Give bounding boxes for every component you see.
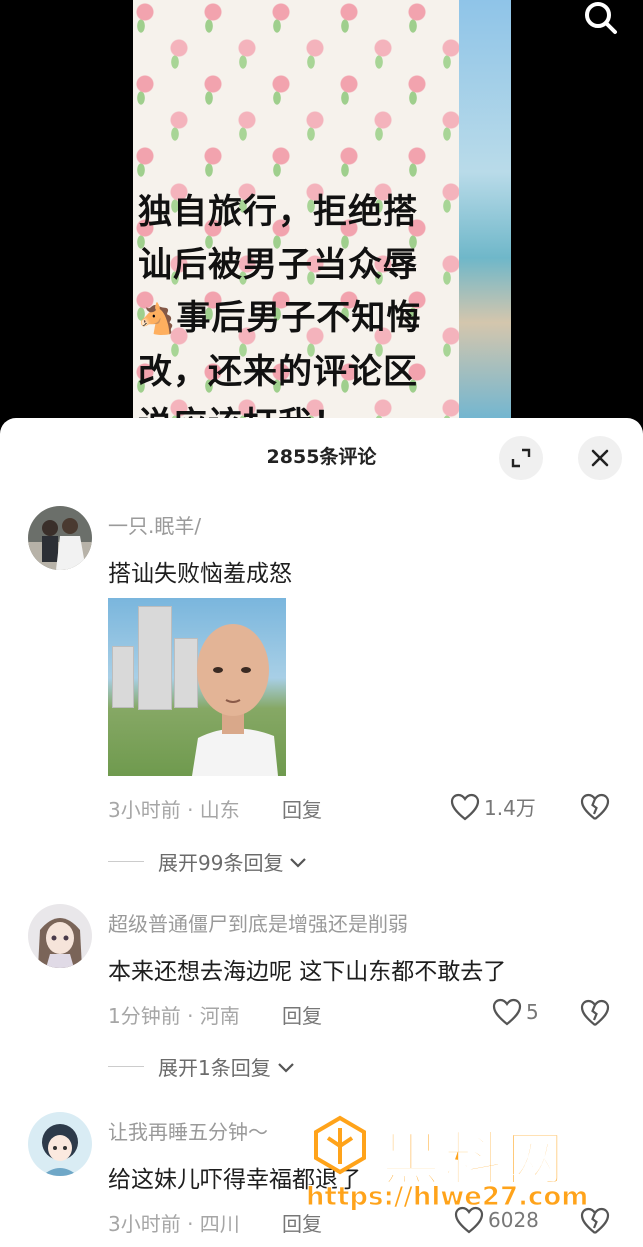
expand-replies-label: 展开99条回复 [158, 851, 284, 875]
comment-item: 超级普通僵尸到底是增强还是削弱 本来还想去海边呢 这下山东都不敢去了 1分钟前 … [0, 900, 643, 1090]
comment-text: 本来还想去海边呢 这下山东都不敢去了 [108, 959, 507, 985]
video-beach-strip [459, 0, 511, 430]
chevron-down-icon [290, 857, 307, 868]
comments-count-title: 2855条评论 [266, 446, 377, 468]
comment-meta: 3小时前 · 四川 [108, 1212, 240, 1236]
comment-meta: 3小时前 · 山东 [108, 798, 240, 822]
comment-username[interactable]: 让我再睡五分钟～ [108, 1116, 268, 1145]
video-caption-line: 讪后被男子当众辱 [138, 245, 418, 285]
heart-icon [450, 793, 480, 820]
reply-button[interactable]: 回复 [282, 794, 322, 823]
expand-icon [511, 448, 531, 468]
video-player[interactable]: 独自旅行，拒绝搭 讪后被男子当众辱 🐴事后男子不知悔 改，还来的评论区 说应该打… [0, 0, 643, 430]
close-icon [591, 449, 609, 467]
dislike-button[interactable] [580, 792, 610, 822]
comment-item: 一只.眠羊/ 搭讪失败恼羞成怒 3小时前 · 山东 回复 1.4万 展开99条回… [0, 502, 643, 882]
dislike-button[interactable] [580, 998, 610, 1028]
like-count: 5 [526, 1000, 539, 1024]
like-count: 1.4万 [484, 796, 536, 820]
comment-meta: 1分钟前 · 河南 [108, 1004, 240, 1028]
search-icon[interactable] [580, 0, 622, 36]
horse-emoji: 🐴 [138, 302, 177, 337]
comment-photo[interactable] [108, 598, 286, 776]
watermark-url: https://hlwe27.com [305, 1182, 589, 1213]
like-button[interactable]: 5 [492, 998, 539, 1026]
like-button[interactable]: 1.4万 [450, 792, 536, 821]
close-button[interactable] [578, 436, 622, 480]
expand-replies-label: 展开1条回复 [158, 1056, 271, 1080]
video-caption: 独自旅行，拒绝搭 讪后被男子当众辱 🐴事后男子不知悔 改，还来的评论区 说应该打… [138, 186, 458, 430]
broken-heart-icon [580, 793, 610, 820]
photo-building [112, 646, 134, 708]
watermark: 黑料网 https://hlwe27.com [300, 1108, 630, 1218]
photo-building [138, 606, 172, 710]
expand-sheet-button[interactable] [499, 436, 543, 480]
watermark-logo-icon [314, 1115, 366, 1175]
heart-icon [492, 998, 522, 1026]
divider-dash [108, 861, 144, 862]
reply-button[interactable]: 回复 [282, 1000, 322, 1029]
avatar[interactable] [28, 1112, 92, 1176]
comment-username[interactable]: 超级普通僵尸到底是增强还是削弱 [108, 908, 408, 937]
avatar[interactable] [28, 506, 92, 570]
video-caption-line: 独自旅行，拒绝搭 [138, 192, 418, 232]
photo-person [192, 624, 278, 776]
video-caption-line: 改，还来的评论区 [138, 352, 418, 392]
divider-dash [108, 1066, 144, 1067]
comment-text: 搭讪失败恼羞成怒 [108, 561, 292, 587]
comment-username[interactable]: 一只.眠羊/ [108, 510, 201, 539]
avatar[interactable] [28, 904, 92, 968]
broken-heart-icon [580, 999, 610, 1026]
expand-replies-button[interactable]: 展开1条回复 [108, 1052, 297, 1081]
video-caption-line: 🐴事后男子不知悔 [138, 292, 458, 346]
expand-replies-button[interactable]: 展开99条回复 [108, 847, 309, 876]
chevron-down-icon [277, 1062, 294, 1073]
